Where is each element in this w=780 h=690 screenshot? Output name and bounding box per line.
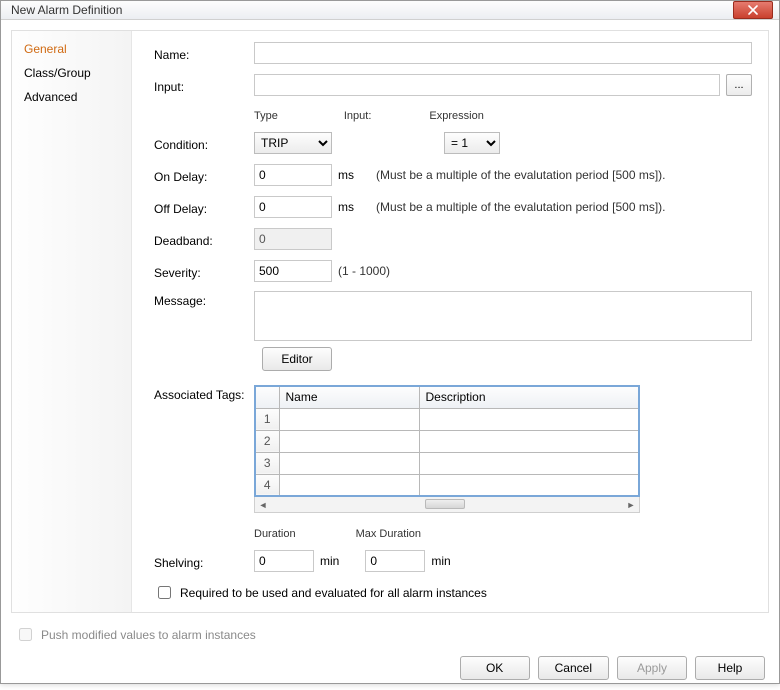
col-header-description[interactable]: Description	[419, 386, 639, 408]
shelving-max-duration-input[interactable]	[365, 550, 425, 572]
input-field[interactable]	[254, 74, 720, 96]
message-textarea[interactable]	[254, 291, 752, 341]
sidebar: General Class/Group Advanced	[12, 31, 132, 612]
label-condition-type: Type	[254, 110, 278, 122]
sidebar-item-label: General	[24, 42, 67, 56]
button-bar: OK Cancel Apply Help	[13, 654, 767, 682]
label-shelving: Shelving:	[154, 553, 254, 570]
cell-name[interactable]	[279, 408, 419, 430]
cell-description[interactable]	[419, 474, 639, 496]
table-hscrollbar[interactable]: ◄ ►	[254, 497, 640, 513]
scroll-left-icon[interactable]: ◄	[255, 498, 271, 512]
associated-tags-table[interactable]: Name Description 1 2 3 4	[254, 385, 640, 497]
label-shelving-max-duration: Max Duration	[356, 528, 421, 540]
label-shelving-duration: Duration	[254, 528, 296, 540]
label-name: Name:	[154, 45, 254, 62]
row-number: 3	[255, 452, 279, 474]
sidebar-item-classgroup[interactable]: Class/Group	[12, 61, 131, 85]
severity-hint: (1 - 1000)	[338, 264, 390, 278]
close-button[interactable]	[733, 1, 773, 19]
off-delay-hint: (Must be a multiple of the evalutation p…	[376, 200, 665, 214]
table-row[interactable]: 3	[255, 452, 639, 474]
cancel-button-label: Cancel	[555, 661, 592, 675]
sidebar-item-label: Class/Group	[24, 66, 91, 80]
label-condition-input: Input:	[344, 110, 372, 122]
label-off-delay: Off Delay:	[154, 199, 254, 216]
cell-description[interactable]	[419, 452, 639, 474]
apply-button-label: Apply	[637, 661, 667, 675]
on-delay-unit: ms	[338, 168, 354, 182]
scroll-thumb[interactable]	[425, 499, 465, 509]
ok-button-label: OK	[486, 661, 503, 675]
label-severity: Severity:	[154, 263, 254, 280]
cancel-button[interactable]: Cancel	[538, 656, 609, 680]
deadband-input	[254, 228, 332, 250]
off-delay-unit: ms	[338, 200, 354, 214]
table-row[interactable]: 4	[255, 474, 639, 496]
table-corner	[255, 386, 279, 408]
help-button[interactable]: Help	[695, 656, 765, 680]
label-condition-expression: Expression	[429, 110, 483, 122]
cell-name[interactable]	[279, 474, 419, 496]
sidebar-item-general[interactable]: General	[12, 37, 131, 61]
form-area: Name: Input: ... Type	[132, 31, 768, 612]
row-number: 1	[255, 408, 279, 430]
browse-input-button[interactable]: ...	[726, 74, 752, 96]
apply-button: Apply	[617, 656, 687, 680]
push-values-label: Push modified values to alarm instances	[41, 628, 256, 642]
row-number: 2	[255, 430, 279, 452]
editor-button[interactable]: Editor	[262, 347, 332, 371]
label-message: Message:	[154, 291, 254, 308]
col-header-name[interactable]: Name	[279, 386, 419, 408]
shelving-duration-unit: min	[320, 554, 339, 568]
help-button-label: Help	[718, 661, 743, 675]
required-checkbox-label: Required to be used and evaluated for al…	[180, 586, 487, 600]
label-condition: Condition:	[154, 135, 254, 152]
table-row[interactable]: 1	[255, 408, 639, 430]
close-icon	[748, 5, 758, 15]
dialog-window: New Alarm Definition General Class/Group…	[0, 0, 780, 684]
on-delay-hint: (Must be a multiple of the evalutation p…	[376, 168, 665, 182]
condition-expression-select[interactable]: = 1	[444, 132, 500, 154]
ok-button[interactable]: OK	[460, 656, 530, 680]
off-delay-input[interactable]	[254, 196, 332, 218]
dialog-body: General Class/Group Advanced Name: Input…	[1, 20, 779, 690]
scroll-right-icon[interactable]: ►	[623, 498, 639, 512]
window-title: New Alarm Definition	[11, 3, 733, 17]
on-delay-input[interactable]	[254, 164, 332, 186]
cell-name[interactable]	[279, 452, 419, 474]
label-input: Input:	[154, 77, 254, 94]
shelving-duration-input[interactable]	[254, 550, 314, 572]
bottom-area: Push modified values to alarm instances …	[11, 613, 769, 682]
sidebar-item-label: Advanced	[24, 90, 77, 104]
table-row[interactable]: 2	[255, 430, 639, 452]
label-deadband: Deadband:	[154, 231, 254, 248]
cell-description[interactable]	[419, 408, 639, 430]
cell-name[interactable]	[279, 430, 419, 452]
required-checkbox[interactable]	[158, 586, 171, 599]
content-panel: General Class/Group Advanced Name: Input…	[11, 30, 769, 613]
sidebar-item-advanced[interactable]: Advanced	[12, 85, 131, 109]
condition-type-select[interactable]: TRIP	[254, 132, 332, 154]
push-values-checkbox	[19, 628, 32, 641]
editor-button-label: Editor	[281, 352, 312, 366]
row-number: 4	[255, 474, 279, 496]
label-assoc-tags: Associated Tags:	[154, 385, 254, 402]
ellipsis-icon: ...	[734, 79, 743, 91]
cell-description[interactable]	[419, 430, 639, 452]
name-input[interactable]	[254, 42, 752, 64]
shelving-max-duration-unit: min	[431, 554, 450, 568]
label-on-delay: On Delay:	[154, 167, 254, 184]
severity-input[interactable]	[254, 260, 332, 282]
titlebar: New Alarm Definition	[1, 1, 779, 20]
